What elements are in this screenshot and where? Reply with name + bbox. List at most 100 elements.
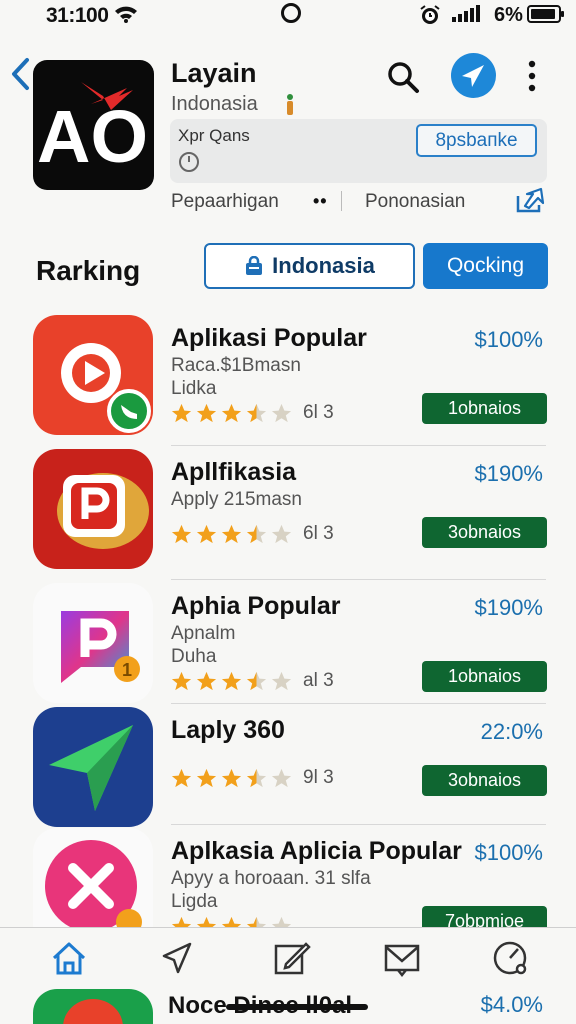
app-price-peek: $4.0% — [480, 992, 543, 1017]
compass-button[interactable] — [451, 53, 496, 98]
star-icon — [271, 671, 292, 690]
meta-right-text: Pononasian — [365, 191, 466, 212]
app-price: $100% — [474, 840, 543, 865]
tab-home[interactable] — [49, 938, 89, 978]
star-icon — [171, 768, 192, 787]
rating-count: 6l 3 — [303, 523, 334, 544]
more-vertical-icon[interactable] — [527, 60, 537, 92]
app-description-line: Duha — [171, 646, 217, 667]
get-badge-button[interactable]: 1obnaios — [422, 661, 547, 692]
rating-count: al 3 — [303, 670, 334, 691]
video-play-icon — [33, 315, 153, 435]
app-icon — [33, 707, 153, 827]
tab-gauge[interactable] — [490, 938, 530, 978]
home-icon — [52, 942, 86, 975]
get-badge-button[interactable]: 1obnaios — [422, 393, 547, 424]
get-badge-button[interactable]: 3obnaios — [422, 765, 547, 796]
rating-stars: al 3 — [170, 669, 334, 693]
ranking-action-button[interactable]: Qocking — [423, 243, 548, 289]
p-square-icon — [33, 449, 153, 569]
bag-icon — [246, 256, 263, 275]
star-icon — [271, 524, 292, 543]
info-card: Xpr Qans 8psbaпke — [170, 119, 547, 183]
compass-icon — [462, 65, 484, 87]
star-icon — [246, 671, 267, 690]
star-icon — [221, 671, 242, 690]
star-icon — [171, 524, 192, 543]
signal-icon — [452, 5, 480, 22]
app-icon: 1 — [33, 583, 153, 703]
battery-percent: 6% — [494, 4, 523, 26]
star-icon — [196, 403, 217, 422]
row-divider — [171, 445, 546, 446]
star-icon — [221, 524, 242, 543]
info-chip-button[interactable]: 8psbaпke — [416, 124, 537, 157]
send-arrow-icon — [33, 707, 153, 827]
app-icon — [33, 315, 153, 435]
app-title: Layain — [171, 58, 257, 88]
region-filter-label: Indonasia — [272, 253, 375, 278]
app-price: $100% — [474, 327, 543, 352]
get-badge-button[interactable]: 3obnaios — [422, 517, 547, 548]
app-price: 22:0% — [480, 719, 543, 744]
app-name: Aplikasi Popular — [171, 324, 367, 352]
tab-bar — [0, 927, 576, 989]
back-chevron-icon[interactable] — [8, 56, 32, 92]
info-label: Xpr Qans — [178, 126, 250, 145]
app-description-line: Raca.$1Bmasn — [171, 355, 301, 376]
star-icon — [246, 768, 267, 787]
app-name: Laply 360 — [171, 716, 285, 744]
star-icon — [271, 768, 292, 787]
edit-icon — [274, 942, 311, 975]
row-divider — [171, 824, 546, 825]
rating-stars: 6l 3 — [170, 522, 334, 546]
meta-dots: •• — [313, 191, 328, 211]
alarm-icon — [420, 5, 440, 24]
rating-count: 9l 3 — [303, 767, 334, 788]
search-icon[interactable] — [386, 60, 420, 94]
star-icon — [171, 403, 192, 422]
ranking-title: Rarking — [36, 255, 141, 286]
clock-icon — [179, 152, 199, 172]
battery-icon — [527, 5, 564, 23]
app-description-line: Ligda — [171, 891, 218, 912]
star-icon — [171, 671, 192, 690]
app-subtitle: Indonasia — [171, 93, 258, 115]
tab-edit[interactable] — [272, 938, 312, 978]
app-price: $190% — [474, 461, 543, 486]
app-icon: AO — [33, 60, 154, 190]
play-circle-icon — [63, 999, 123, 1024]
app-name: Aplkasia Aplicia Popular — [171, 837, 462, 865]
row-divider — [171, 703, 546, 704]
person-pin-icon — [287, 94, 293, 115]
app-name: Aphia Popular — [171, 592, 341, 620]
app-name: Apllfikasia — [171, 458, 297, 486]
home-indicator[interactable] — [226, 1004, 368, 1010]
rating-stars: 6l 3 — [170, 401, 334, 425]
app-description-line: Apply 215masn — [171, 489, 302, 510]
camera-cutout — [281, 3, 301, 23]
star-icon — [221, 403, 242, 422]
wifi-icon — [115, 6, 137, 23]
app-icon — [33, 449, 153, 569]
status-time: 31:100 — [46, 4, 109, 27]
mail-icon — [384, 944, 420, 978]
app-price: $190% — [474, 595, 543, 620]
app-logo-text: AO — [37, 95, 148, 178]
share-icon[interactable] — [515, 186, 547, 214]
meta-left-text: Pepaarhigan — [171, 191, 279, 212]
app-icon-peek — [33, 989, 153, 1024]
tab-mail[interactable] — [382, 938, 422, 978]
tab-navigate[interactable] — [156, 938, 196, 978]
svg-text:1: 1 — [122, 660, 132, 680]
rating-count: 6l 3 — [303, 402, 334, 423]
gauge-icon — [493, 941, 527, 975]
rating-stars: 9l 3 — [170, 766, 334, 790]
star-icon — [196, 768, 217, 787]
status-bar: 31:100 6% — [0, 0, 576, 30]
app-description-line: Apyy a horoaan. 31 slfa — [171, 868, 371, 889]
app-description-line: Lidka — [171, 378, 217, 399]
region-filter-button[interactable]: Indonasia — [204, 243, 415, 289]
star-icon — [246, 524, 267, 543]
app-description-line: Apnalm — [171, 623, 236, 644]
